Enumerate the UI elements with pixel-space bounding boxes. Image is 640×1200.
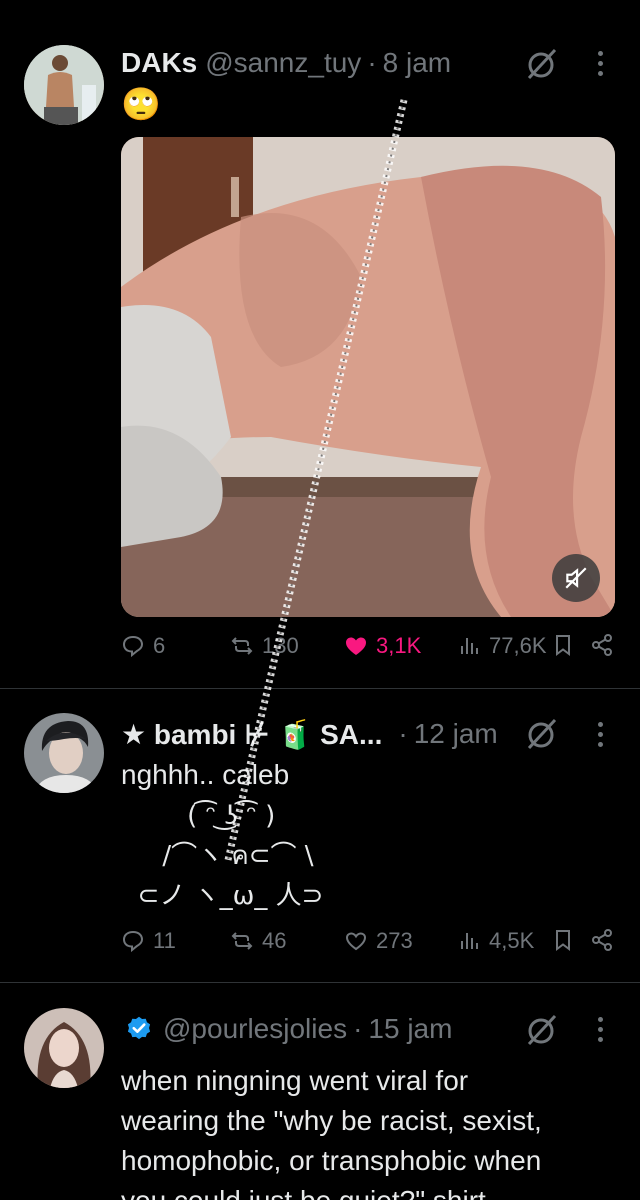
post-text-line: you could just be quiet?" shirt [121, 1181, 486, 1200]
repost-icon [231, 637, 253, 655]
video-frame [121, 137, 615, 617]
heart-filled-icon [346, 637, 366, 655]
repost-button[interactable]: 130 [230, 633, 299, 659]
display-name[interactable]: DAKs [121, 47, 197, 79]
post-text: 🙄 [121, 86, 161, 122]
avatar[interactable] [24, 45, 104, 125]
separator-dot: · [367, 47, 377, 78]
views-button[interactable]: 4,5K [457, 928, 534, 954]
more-options-icon[interactable] [590, 716, 610, 752]
post-text-line: homophobic, or transphobic when [121, 1145, 542, 1176]
kaomoji-line: /⌒ヽ ค⊂⌒ \ [121, 841, 314, 871]
reply-button[interactable]: 6 [121, 633, 165, 659]
bookmark-icon [556, 930, 570, 951]
post-text-line: when ningning went viral for [121, 1065, 469, 1096]
kaomoji-line: ⊂ノ ヽ_ω_ 人⊃ [121, 881, 324, 911]
post-2[interactable]: ★ bambi ⊬ 🧃 SA... · 12 jam nghhh.. caleb… [0, 689, 640, 982]
post-1[interactable]: DAKs @sannz_tuy · 8 jam 🙄 6 130 3,1K 77,… [0, 0, 640, 688]
post-actions: 11 46 273 4,5K [0, 928, 640, 968]
grok-icon[interactable] [522, 44, 562, 84]
post-header: DAKs @sannz_tuy · 8 jam [121, 45, 451, 81]
post-time[interactable]: 12 jam [414, 718, 498, 750]
repost-count: 46 [262, 928, 287, 953]
views-button[interactable]: 77,6K [457, 633, 547, 659]
more-options-icon[interactable] [590, 45, 610, 81]
repost-count: 130 [262, 633, 299, 658]
share-icon [592, 929, 612, 951]
display-name[interactable]: ★ bambi ⊬ 🧃 SA... [121, 718, 382, 751]
repost-icon [231, 932, 253, 950]
like-count: 273 [376, 928, 413, 953]
user-handle[interactable]: @sannz_tuy [205, 47, 361, 79]
reply-button[interactable]: 11 [121, 928, 176, 954]
more-options-icon[interactable] [590, 1011, 610, 1047]
bookmark-button[interactable] [551, 633, 575, 657]
post-video[interactable] [121, 137, 615, 617]
reply-icon [122, 930, 144, 953]
separator-dot: · [398, 718, 408, 749]
verified-badge-icon [127, 1016, 151, 1040]
share-icon [592, 634, 612, 656]
reply-icon [122, 635, 144, 658]
post-3[interactable]: @pourlesjolies · 15 jam when ningning we… [0, 983, 640, 1200]
bookmark-button[interactable] [551, 928, 575, 952]
view-count: 4,5K [489, 928, 535, 953]
post-text-line: wearing the "why be racist, sexist, [121, 1105, 542, 1136]
separator-dot: · [353, 1013, 363, 1044]
post-header: @pourlesjolies · 15 jam [121, 1011, 452, 1047]
views-icon [461, 638, 478, 654]
views-icon [461, 933, 478, 949]
post-text: nghhh.. caleb [121, 759, 290, 790]
post-header: ★ bambi ⊬ 🧃 SA... · 12 jam [121, 716, 498, 752]
repost-button[interactable]: 46 [230, 928, 286, 954]
avatar[interactable] [24, 713, 104, 793]
mute-button[interactable] [552, 554, 600, 602]
post-time[interactable]: 8 jam [383, 47, 451, 79]
post-actions: 6 130 3,1K 77,6K [0, 633, 640, 673]
post-time[interactable]: 15 jam [368, 1013, 452, 1045]
grok-icon[interactable] [522, 1010, 562, 1050]
like-button[interactable]: 273 [344, 928, 413, 954]
like-button[interactable]: 3,1K [344, 633, 421, 659]
reply-count: 11 [153, 928, 176, 953]
share-button[interactable] [590, 928, 614, 952]
heart-icon [345, 932, 367, 951]
view-count: 77,6K [489, 633, 547, 658]
avatar[interactable] [24, 1008, 104, 1088]
bookmark-icon [556, 635, 570, 656]
reply-count: 6 [153, 633, 166, 658]
muted-speaker-icon [565, 567, 587, 589]
grok-icon[interactable] [522, 714, 562, 754]
kaomoji-line: ( ͡ᵔ ͜ʖ ͡ᵔ ) [121, 801, 276, 831]
share-button[interactable] [590, 633, 614, 657]
like-count: 3,1K [376, 633, 422, 658]
user-handle[interactable]: @pourlesjolies [163, 1013, 347, 1045]
